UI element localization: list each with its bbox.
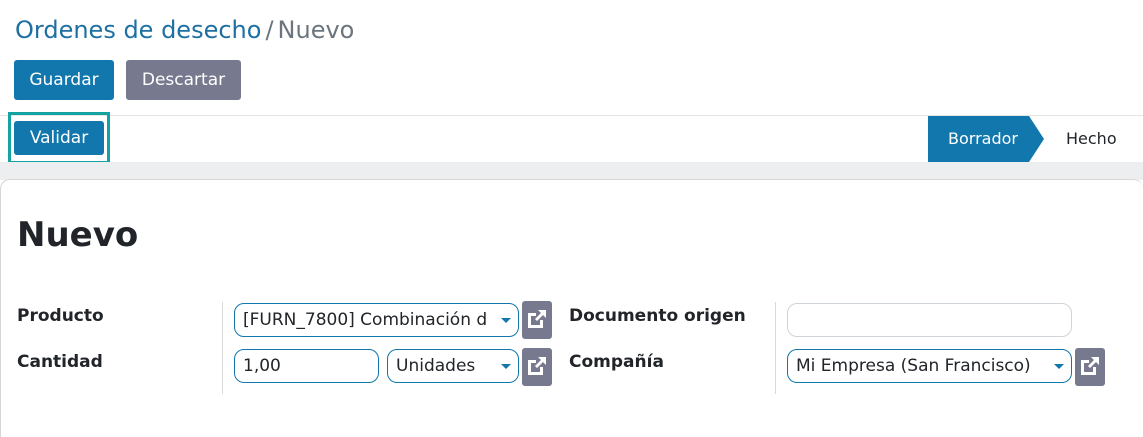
company-value: Mi Empresa (San Francisco)	[796, 356, 1031, 376]
external-link-icon	[1081, 357, 1099, 375]
chevron-down-icon[interactable]	[501, 364, 511, 369]
chevron-down-icon[interactable]	[1054, 364, 1064, 369]
product-select[interactable]: [FURN_7800] Combinación d	[234, 303, 519, 337]
origin-label: Documento origen	[569, 306, 746, 326]
origin-document-input[interactable]	[787, 303, 1072, 337]
company-external-link-button[interactable]	[1075, 348, 1105, 386]
record-title: Nuevo	[17, 215, 139, 255]
company-label: Compañía	[569, 352, 664, 372]
stage-draft[interactable]: Borrador	[928, 116, 1044, 162]
quantity-label: Cantidad	[17, 352, 103, 372]
product-label: Producto	[17, 306, 104, 326]
chevron-down-icon[interactable]	[501, 318, 511, 323]
breadcrumb-current: Nuevo	[277, 16, 355, 44]
label-separator-right	[775, 302, 776, 394]
discard-button[interactable]: Descartar	[126, 60, 241, 100]
uom-external-link-button[interactable]	[522, 348, 552, 386]
product-value: [FURN_7800] Combinación d	[243, 310, 488, 330]
breadcrumb: Ordenes de desecho / Nuevo	[15, 14, 354, 46]
external-link-icon	[528, 310, 546, 328]
sheet-background	[0, 162, 1143, 180]
stage-done[interactable]: Hecho	[1066, 116, 1117, 162]
product-external-link-button[interactable]	[522, 301, 552, 339]
quantity-input[interactable]: 1,00	[234, 349, 379, 383]
uom-value: Unidades	[396, 356, 476, 376]
stage-draft-label: Borrador	[948, 129, 1018, 148]
company-select[interactable]: Mi Empresa (San Francisco)	[787, 349, 1072, 383]
validate-button[interactable]: Validar	[14, 121, 104, 155]
breadcrumb-separator: /	[265, 16, 274, 44]
save-button[interactable]: Guardar	[14, 60, 114, 100]
quantity-value: 1,00	[243, 356, 281, 376]
external-link-icon	[528, 357, 546, 375]
breadcrumb-parent-link[interactable]: Ordenes de desecho	[15, 16, 261, 44]
uom-select[interactable]: Unidades	[387, 349, 519, 383]
label-separator-left	[222, 302, 223, 394]
